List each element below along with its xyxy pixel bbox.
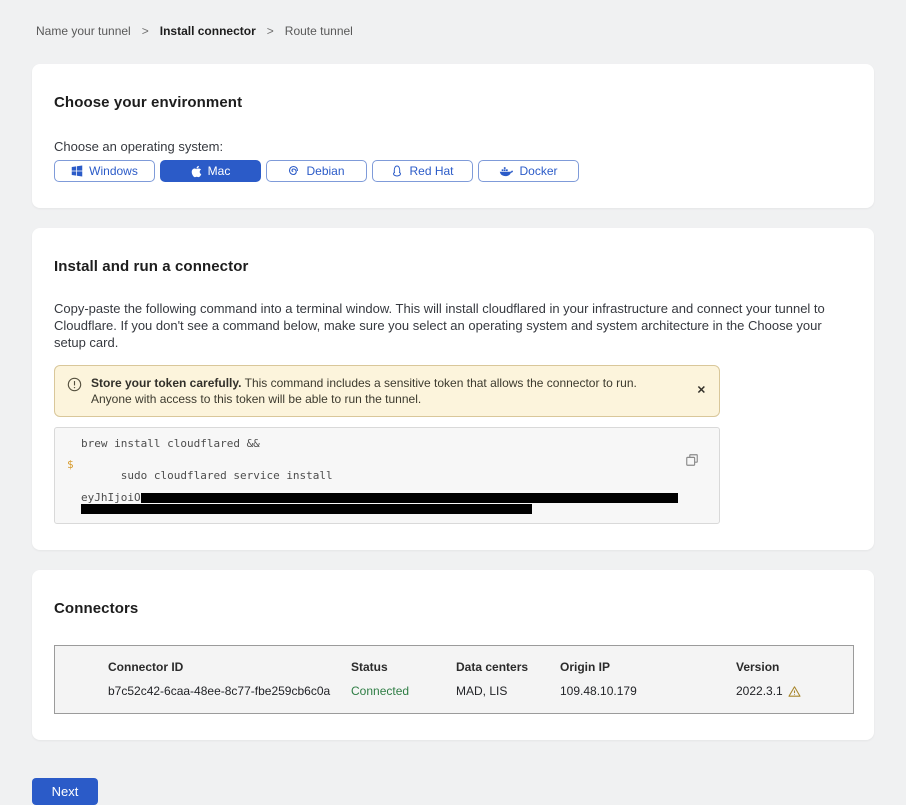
- alert-text: Store your token carefully. This command…: [91, 375, 679, 407]
- copy-icon[interactable]: [685, 453, 699, 470]
- os-button-label: Windows: [89, 164, 138, 178]
- environment-card: Choose your environment Choose an operat…: [32, 64, 874, 208]
- status-badge: Connected: [351, 684, 456, 698]
- apple-logo-icon: [191, 165, 202, 178]
- shell-prompt: $: [67, 459, 74, 470]
- os-button-group: Windows Mac Debian Red Hat Docker: [54, 160, 852, 182]
- os-button-windows[interactable]: Windows: [54, 160, 155, 182]
- token-prefix: eyJhIjoiO: [81, 492, 141, 503]
- breadcrumb-name-your-tunnel[interactable]: Name your tunnel: [36, 24, 131, 38]
- cell-connector-id: b7c52c42-6caa-48ee-8c77-fbe259cb6c0a: [108, 684, 351, 698]
- connectors-card: Connectors Connector ID Status Data cent…: [32, 570, 874, 740]
- install-card: Install and run a connector Copy-paste t…: [32, 228, 874, 550]
- cell-origin-ip: 109.48.10.179: [560, 684, 736, 698]
- os-button-label: Mac: [208, 164, 231, 178]
- col-data-centers: Data centers: [456, 660, 560, 674]
- install-command-block: brew install cloudflared && $sudo cloudf…: [54, 427, 720, 524]
- alert-title: Store your token carefully.: [91, 376, 242, 390]
- breadcrumb: Name your tunnel > Install connector > R…: [0, 0, 906, 38]
- environment-card-title: Choose your environment: [54, 94, 852, 111]
- install-card-title: Install and run a connector: [54, 258, 852, 275]
- connectors-table: Connector ID Status Data centers Origin …: [54, 645, 854, 714]
- os-button-label: Red Hat: [409, 164, 453, 178]
- connectors-card-title: Connectors: [54, 600, 852, 617]
- os-select-label: Choose an operating system:: [54, 139, 852, 154]
- alert-info-icon: [67, 377, 82, 407]
- os-button-docker[interactable]: Docker: [478, 160, 579, 182]
- os-button-debian[interactable]: Debian: [266, 160, 367, 182]
- redhat-logo-icon: [391, 165, 403, 178]
- col-connector-id: Connector ID: [108, 660, 351, 674]
- redacted-token-bar: [141, 493, 678, 503]
- os-button-label: Debian: [306, 164, 344, 178]
- warning-triangle-icon: [788, 685, 801, 698]
- docker-logo-icon: [499, 166, 513, 177]
- redacted-token-bar: [81, 504, 532, 514]
- token-line: eyJhIjoiO: [81, 492, 679, 503]
- token-warning-alert: Store your token carefully. This command…: [54, 365, 720, 417]
- table-header-row: Connector ID Status Data centers Origin …: [108, 660, 853, 684]
- cell-data-centers: MAD, LIS: [456, 684, 560, 698]
- token-line-2: [81, 503, 679, 514]
- os-button-label: Docker: [519, 164, 557, 178]
- os-button-redhat[interactable]: Red Hat: [372, 160, 473, 182]
- windows-logo-icon: [71, 165, 83, 177]
- code-line-sudo: $sudo cloudflared service install: [81, 459, 679, 492]
- col-origin-ip: Origin IP: [560, 660, 736, 674]
- next-button[interactable]: Next: [32, 778, 98, 805]
- col-version: Version: [736, 660, 853, 674]
- breadcrumb-route-tunnel[interactable]: Route tunnel: [285, 24, 353, 38]
- cell-version: 2022.3.1: [736, 684, 853, 698]
- breadcrumb-separator: >: [267, 24, 274, 38]
- install-description: Copy-paste the following command into a …: [54, 300, 852, 351]
- breadcrumb-install-connector[interactable]: Install connector: [160, 24, 256, 38]
- table-row: b7c52c42-6caa-48ee-8c77-fbe259cb6c0a Con…: [108, 684, 853, 701]
- code-line-sudo-text: sudo cloudflared service install: [121, 469, 333, 482]
- breadcrumb-separator: >: [142, 24, 149, 38]
- code-line-brew: brew install cloudflared &&: [81, 437, 679, 450]
- os-button-mac[interactable]: Mac: [160, 160, 261, 182]
- close-icon[interactable]: ✕: [697, 386, 706, 397]
- debian-logo-icon: [288, 165, 300, 177]
- col-status: Status: [351, 660, 456, 674]
- version-number: 2022.3.1: [736, 684, 783, 698]
